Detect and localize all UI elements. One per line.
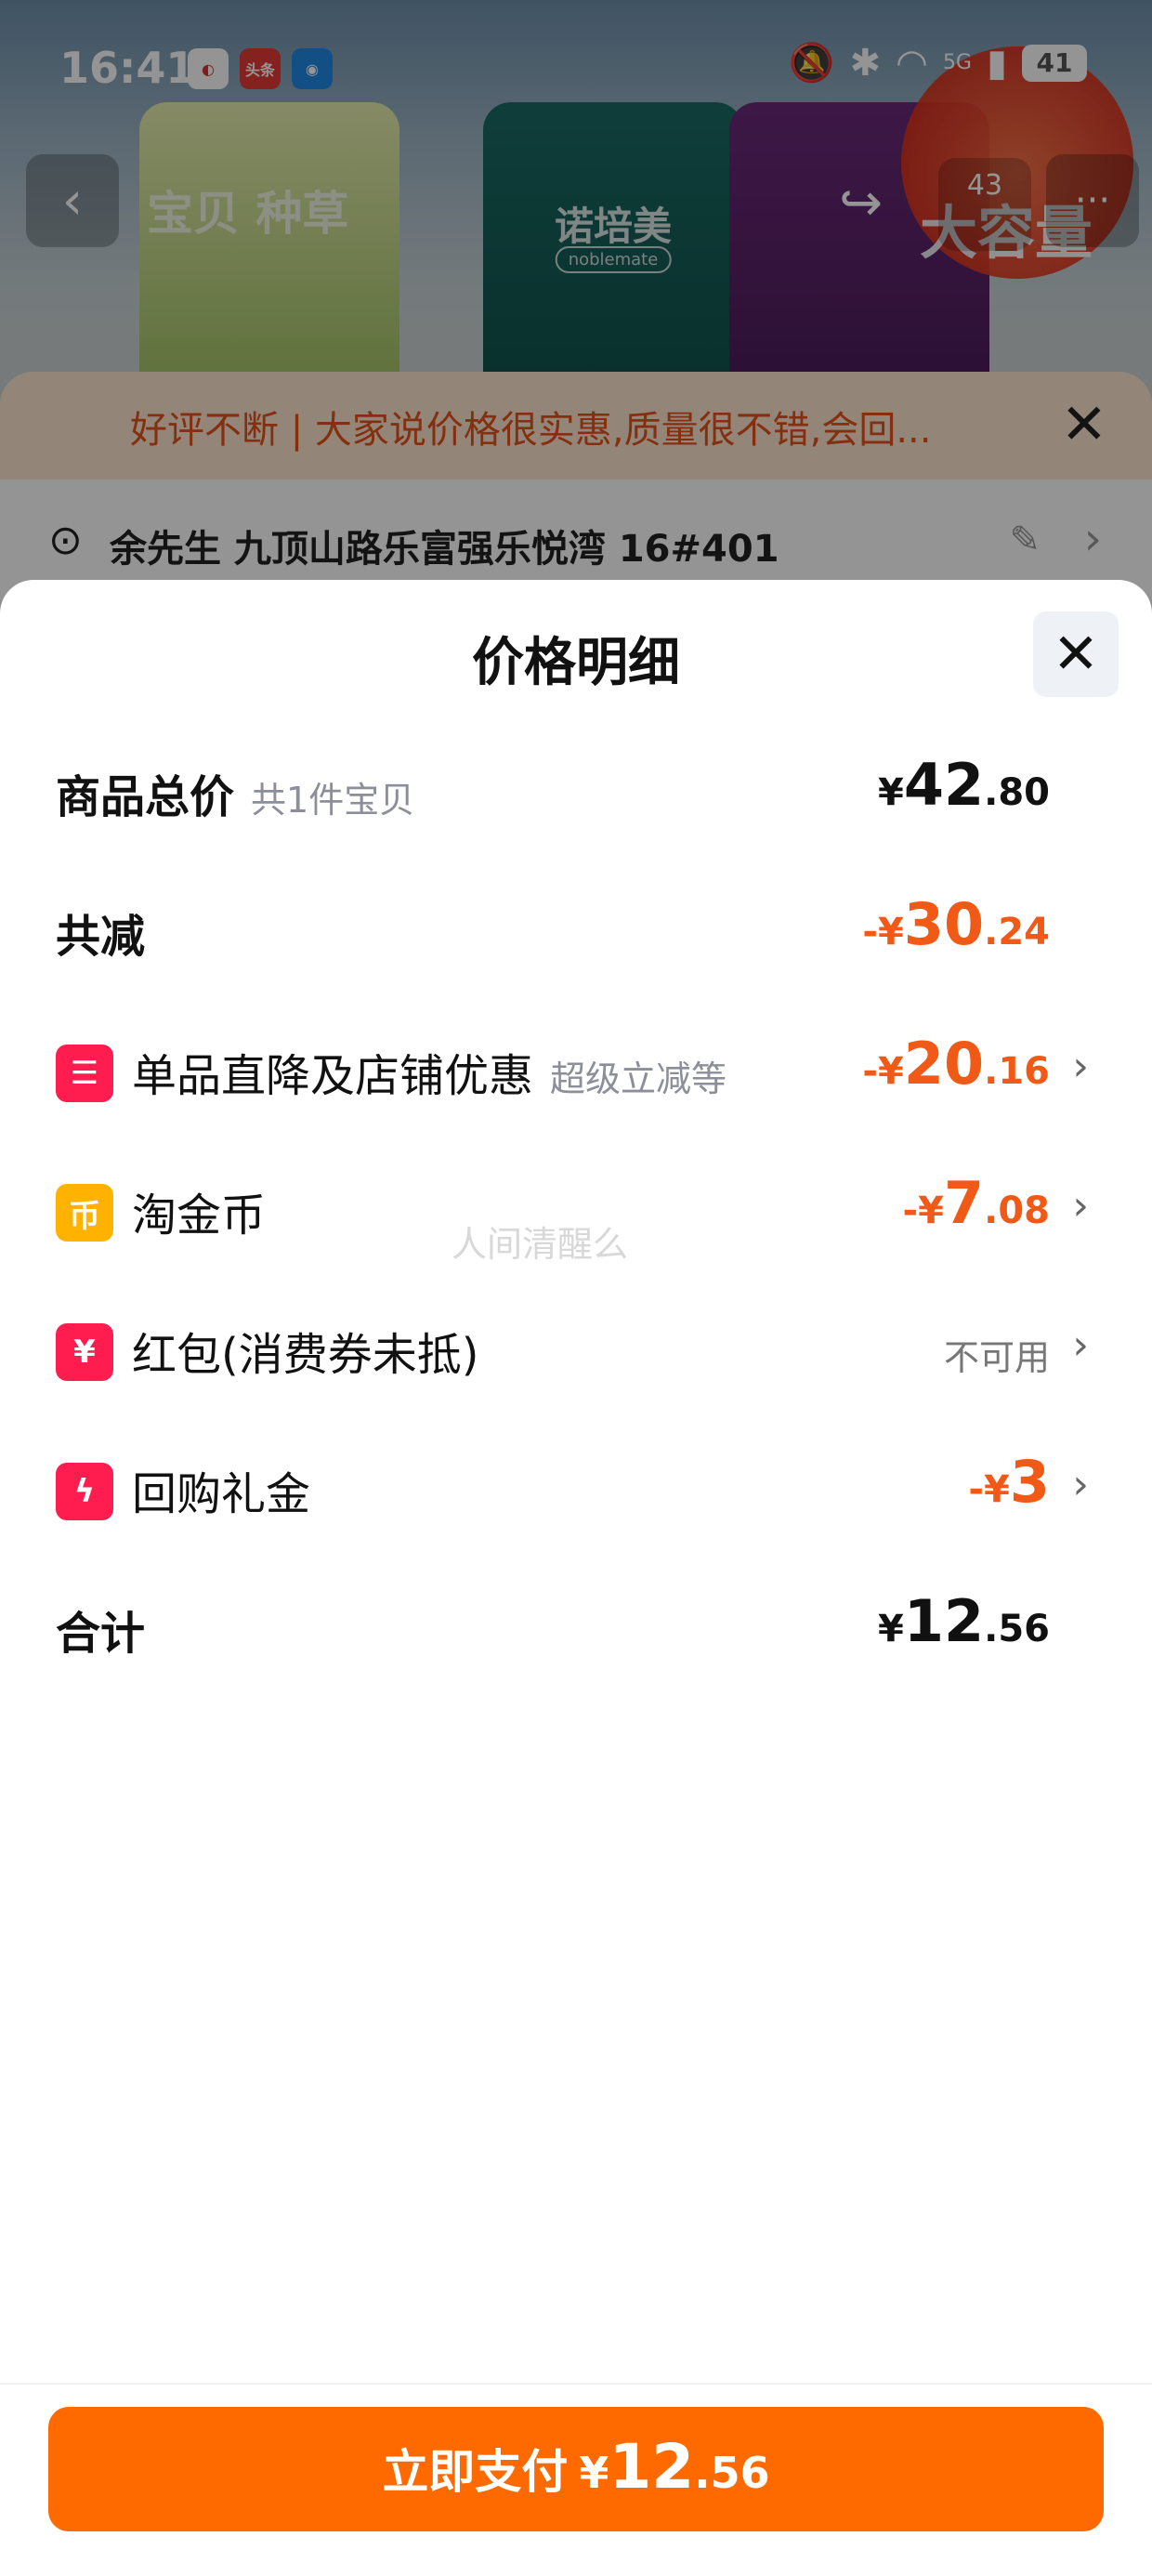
price-detail-sheet: 价格明细 ✕ 商品总价 共1件宝贝 ¥42.80 共减 -¥30.24 ☰ 单品直… [0, 580, 1152, 2576]
amount-integer: 42 [903, 751, 985, 819]
row-sub: 共1件宝贝 [251, 780, 415, 821]
chevron-right-icon: › [1072, 1043, 1089, 1090]
coin-icon: 币 [56, 1184, 113, 1242]
pay-now-button[interactable]: 立即支付 ¥ 12 .56 [48, 2407, 1104, 2531]
row-amount: ¥12.56 [878, 1587, 1050, 1655]
chevron-right-icon: › [1072, 1182, 1089, 1229]
amount-sign: - [902, 1189, 919, 1232]
currency-symbol: ¥ [878, 771, 904, 814]
price-row-total-goods: 商品总价 共1件宝贝 ¥42.80 [0, 738, 1152, 840]
price-row-grand-total: 合计 ¥12.56 [0, 1574, 1152, 1676]
amount-decimal: .08 [984, 1189, 1050, 1232]
row-label: 回购礼金 [132, 1468, 311, 1520]
row-status: 不可用 [943, 1337, 1050, 1378]
modal-overlay[interactable] [0, 0, 1152, 651]
price-row-total-discount: 共减 -¥30.24 [0, 877, 1152, 979]
currency-symbol: ¥ [918, 1189, 944, 1232]
amount-decimal: .56 [984, 1608, 1050, 1650]
row-label: 红包(消费券未抵) [132, 1329, 479, 1381]
amount-sign: - [968, 1468, 985, 1511]
currency-symbol: ¥ [878, 1608, 904, 1650]
sheet-title: 价格明细 [472, 633, 680, 693]
store-icon: ☰ [56, 1045, 113, 1102]
red-packet-icon: ¥ [56, 1323, 113, 1381]
row-sub: 超级立减等 [550, 1058, 727, 1099]
price-row-repurchase-bonus[interactable]: ϟ 回购礼金 -¥3 › [0, 1435, 1152, 1537]
price-row-red-packet[interactable]: ¥ 红包(消费券未抵) 不可用 › [0, 1295, 1152, 1398]
row-label: 淘金币 [132, 1189, 267, 1242]
row-label: 共减 [56, 911, 146, 963]
chevron-right-icon: › [1072, 1321, 1089, 1369]
row-amount: -¥20.16 [862, 1030, 1050, 1097]
amount-integer: 20 [903, 1030, 985, 1097]
amount-decimal: .80 [984, 771, 1050, 814]
pay-bar: 立即支付 ¥ 12 .56 [0, 2383, 1152, 2576]
row-label: 合计 [56, 1608, 146, 1660]
row-amount: ¥42.80 [878, 751, 1050, 819]
currency-symbol: ¥ [878, 911, 904, 953]
pay-button-label: 立即支付 [382, 2445, 569, 2499]
row-label: 商品总价 共1件宝贝 [56, 760, 414, 825]
amount-decimal: .24 [984, 911, 1050, 953]
price-row-store-discount[interactable]: ☰ 单品直降及店铺优惠 超级立减等 -¥20.16 › [0, 1017, 1152, 1119]
close-icon[interactable]: ✕ [1033, 611, 1119, 697]
row-amount: -¥3 [968, 1448, 1050, 1516]
pay-amount-integer: 12 [609, 2431, 695, 2503]
row-label-text: 商品总价 [56, 771, 235, 823]
lightning-icon: ϟ [56, 1463, 113, 1520]
currency-symbol: ¥ [984, 1468, 1010, 1511]
row-amount: -¥7.08 [903, 1169, 1050, 1237]
row-label: 单品直降及店铺优惠 超级立减等 [132, 1039, 727, 1104]
amount-decimal: .16 [984, 1050, 1050, 1093]
currency-symbol: ¥ [878, 1050, 904, 1093]
amount-sign: - [862, 1050, 879, 1093]
amount-sign: - [862, 911, 879, 953]
chevron-right-icon: › [1072, 1461, 1089, 1508]
pay-currency: ¥ [579, 2448, 609, 2498]
row-label-text: 单品直降及店铺优惠 [132, 1050, 534, 1102]
watermark-text: 人间清醒么 [452, 1224, 629, 1265]
amount-integer: 3 [1009, 1448, 1050, 1516]
pay-amount-decimal: .56 [694, 2448, 770, 2498]
amount-integer: 7 [944, 1169, 985, 1237]
row-amount: -¥30.24 [862, 890, 1050, 958]
amount-integer: 30 [903, 890, 985, 958]
amount-integer: 12 [903, 1587, 985, 1655]
